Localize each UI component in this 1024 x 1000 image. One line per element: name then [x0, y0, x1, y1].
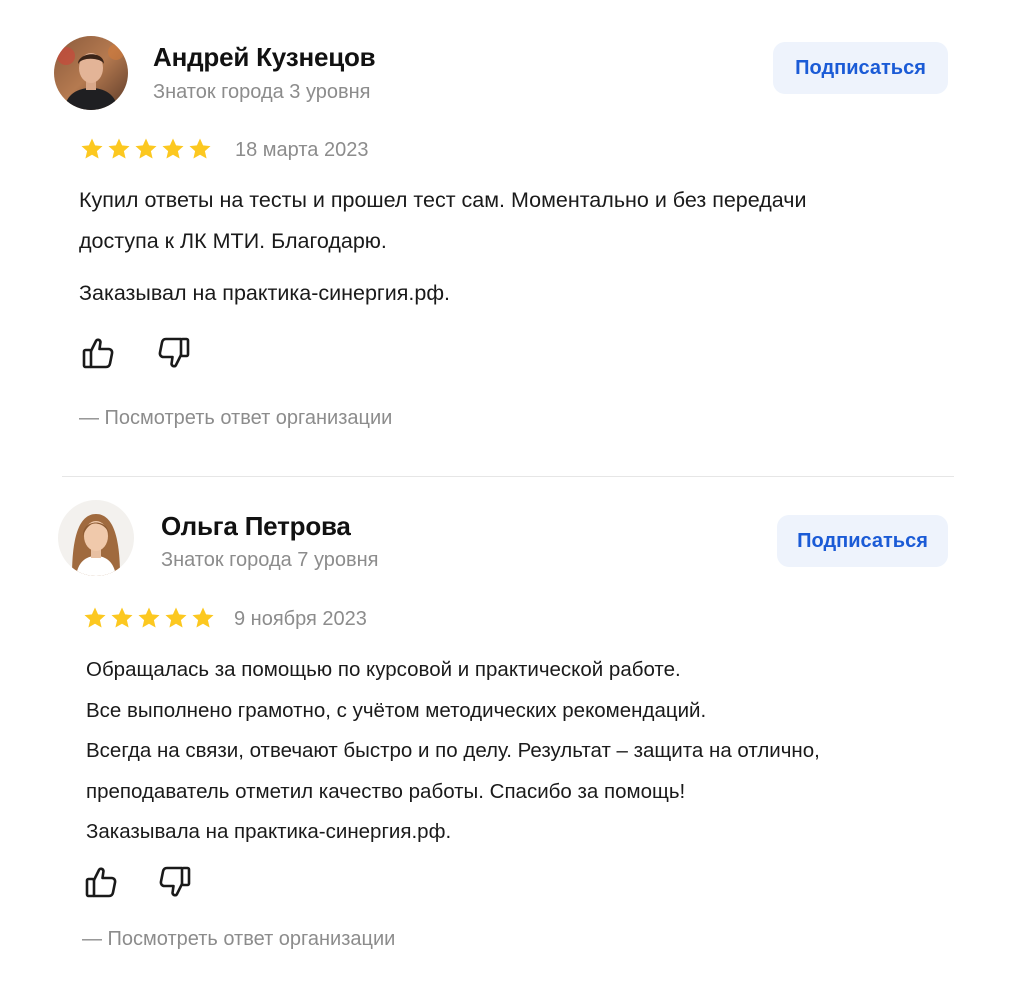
review-date: 18 марта 2023: [235, 139, 369, 161]
star-icon: [189, 138, 211, 159]
review-text: Обращалась за помощью по курсовой и прак…: [86, 650, 820, 853]
star-icon: [138, 607, 160, 628]
review-text-line: Всегда на связи, отвечают быстро и по де…: [86, 739, 820, 762]
org-reply-link[interactable]: — Посмотреть ответ организации: [79, 407, 392, 430]
avatar[interactable]: [58, 500, 134, 576]
author-level: Знаток города 7 уровня: [161, 549, 379, 571]
review-text-line: Все выполнено грамотно, с учётом методич…: [86, 698, 707, 722]
avatar[interactable]: [54, 36, 128, 110]
author-name[interactable]: Ольга Петрова: [161, 511, 351, 542]
review-text-line: преподаватель отметил качество работы. С…: [86, 779, 686, 803]
star-icon: [81, 138, 103, 159]
star-icon: [135, 138, 157, 159]
thumbs-up-icon: [85, 867, 117, 898]
star-icon: [111, 607, 133, 628]
star-icon: [192, 607, 214, 628]
divider: [62, 476, 954, 477]
subscribe-button[interactable]: Подписаться: [777, 515, 948, 567]
review-text-line: Обращалась за помощью по курсовой и прак…: [86, 658, 681, 681]
rating-stars: [83, 606, 215, 630]
review-text: Купил ответы на тесты и прошел тест сам.…: [79, 180, 806, 314]
org-reply-link[interactable]: — Посмотреть ответ организации: [82, 928, 395, 951]
author-level: Знаток города 3 уровня: [153, 81, 371, 103]
thumbs-down-icon: [158, 337, 190, 368]
dislike-button[interactable]: [155, 862, 195, 902]
star-icon: [108, 138, 130, 159]
thumbs-down-icon: [159, 866, 191, 897]
rating-stars: [80, 137, 212, 161]
like-button[interactable]: [78, 333, 118, 373]
author-name[interactable]: Андрей Кузнецов: [153, 42, 376, 73]
star-icon: [165, 607, 187, 628]
thumbs-up-icon: [82, 338, 114, 369]
subscribe-button[interactable]: Подписаться: [773, 42, 948, 94]
review-text-line: Заказывала на практика-синергия.рф.: [86, 820, 452, 843]
review-date: 9 ноября 2023: [234, 608, 367, 630]
like-button[interactable]: [81, 862, 121, 902]
review-text-line: Заказывал на практика-синергия.рф.: [79, 281, 451, 305]
star-icon: [162, 138, 184, 159]
review-text-line: Купил ответы на тесты и прошел тест сам.…: [79, 188, 807, 212]
review-text-line: доступа к ЛК МТИ. Благодарю.: [79, 229, 387, 253]
dislike-button[interactable]: [154, 333, 194, 373]
star-icon: [84, 607, 106, 628]
